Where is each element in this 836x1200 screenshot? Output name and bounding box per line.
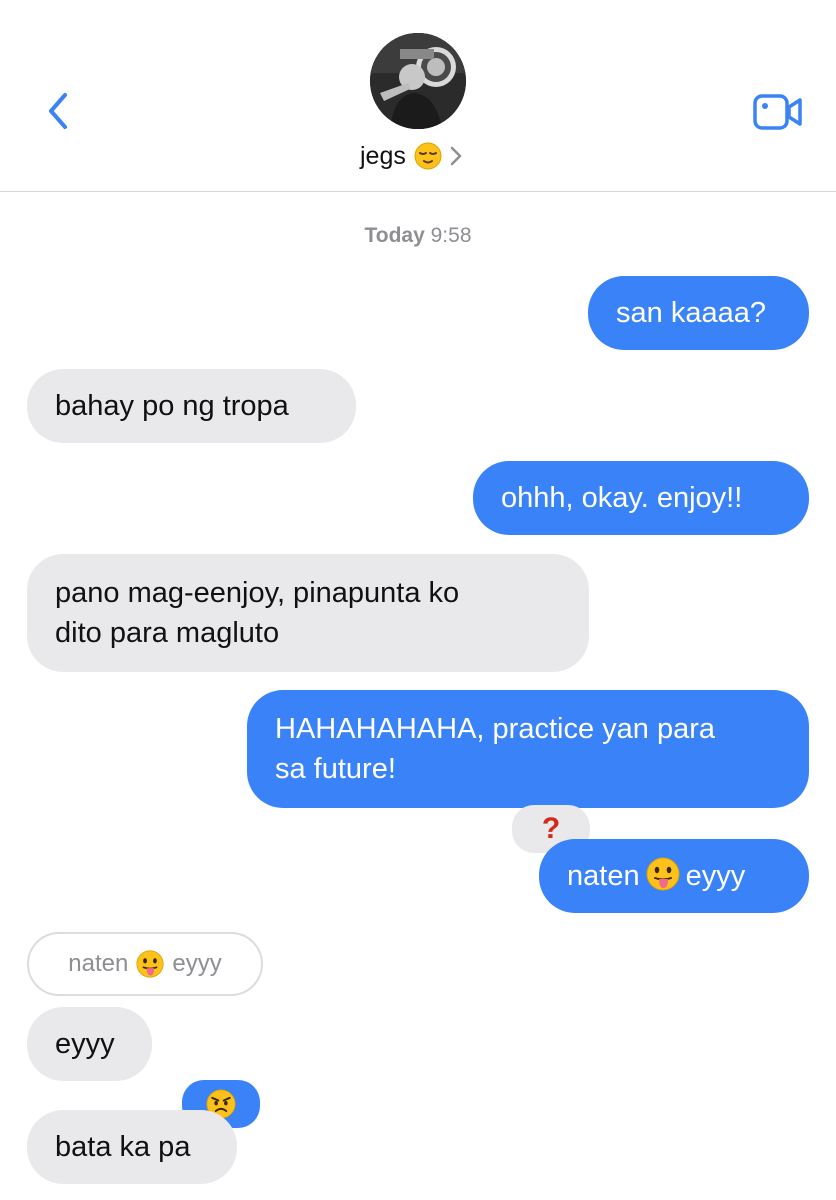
message-text-line: pano mag-eenjoy, pinapunta ko (55, 577, 460, 609)
reply-quote-preview[interactable]: naten eyyy (27, 932, 263, 996)
quoted-text: naten (68, 950, 129, 977)
message-text-line: sa future! (275, 753, 396, 785)
chevron-left-icon (49, 93, 67, 129)
contact-name: jegs (360, 141, 406, 170)
chevron-right-icon (450, 146, 462, 166)
contact-name-button[interactable]: jegs (360, 136, 462, 176)
message-text: eyyy (685, 860, 746, 892)
avatar-photo (370, 33, 466, 129)
message-text-line: HAHAHAHAHA, practice yan para (275, 713, 715, 745)
message-timestamp: Today 9:58 (0, 224, 836, 248)
message-text: bata ka pa (55, 1131, 191, 1163)
question-mark-icon: ? (541, 812, 561, 845)
message-text: bahay po ng tropa (55, 390, 289, 422)
message-text: san kaaaa? (616, 297, 766, 329)
conversation-header: jegs (0, 0, 836, 192)
message-text: eyyy (55, 1028, 115, 1060)
video-camera-icon (753, 94, 802, 130)
quoted-text: eyyy (172, 950, 222, 977)
incoming-message[interactable]: bahay po ng tropa (27, 369, 356, 443)
outgoing-message[interactable]: naten eyyy (539, 839, 809, 913)
message-text: ohhh, okay. enjoy!! (501, 482, 743, 514)
tongue-out-face-emoji (646, 857, 680, 891)
outgoing-message[interactable]: HAHAHAHAHA, practice yan para sa future! (247, 690, 809, 808)
timestamp-day: Today (364, 224, 425, 247)
message-text-line: dito para magluto (55, 617, 280, 649)
outgoing-message[interactable]: ohhh, okay. enjoy!! (473, 461, 809, 535)
video-call-button[interactable] (752, 90, 804, 134)
contact-avatar[interactable] (370, 33, 466, 129)
back-button[interactable] (38, 88, 78, 134)
timestamp-time: 9:58 (430, 224, 472, 247)
relieved-face-emoji (414, 142, 442, 170)
message-text: naten (567, 860, 640, 892)
incoming-message[interactable]: pano mag-eenjoy, pinapunta ko dito para … (27, 554, 589, 672)
tongue-out-face-emoji (136, 950, 164, 978)
incoming-message[interactable]: bata ka pa (27, 1110, 237, 1184)
outgoing-message[interactable]: san kaaaa? (588, 276, 809, 350)
incoming-message[interactable]: eyyy (27, 1007, 152, 1081)
